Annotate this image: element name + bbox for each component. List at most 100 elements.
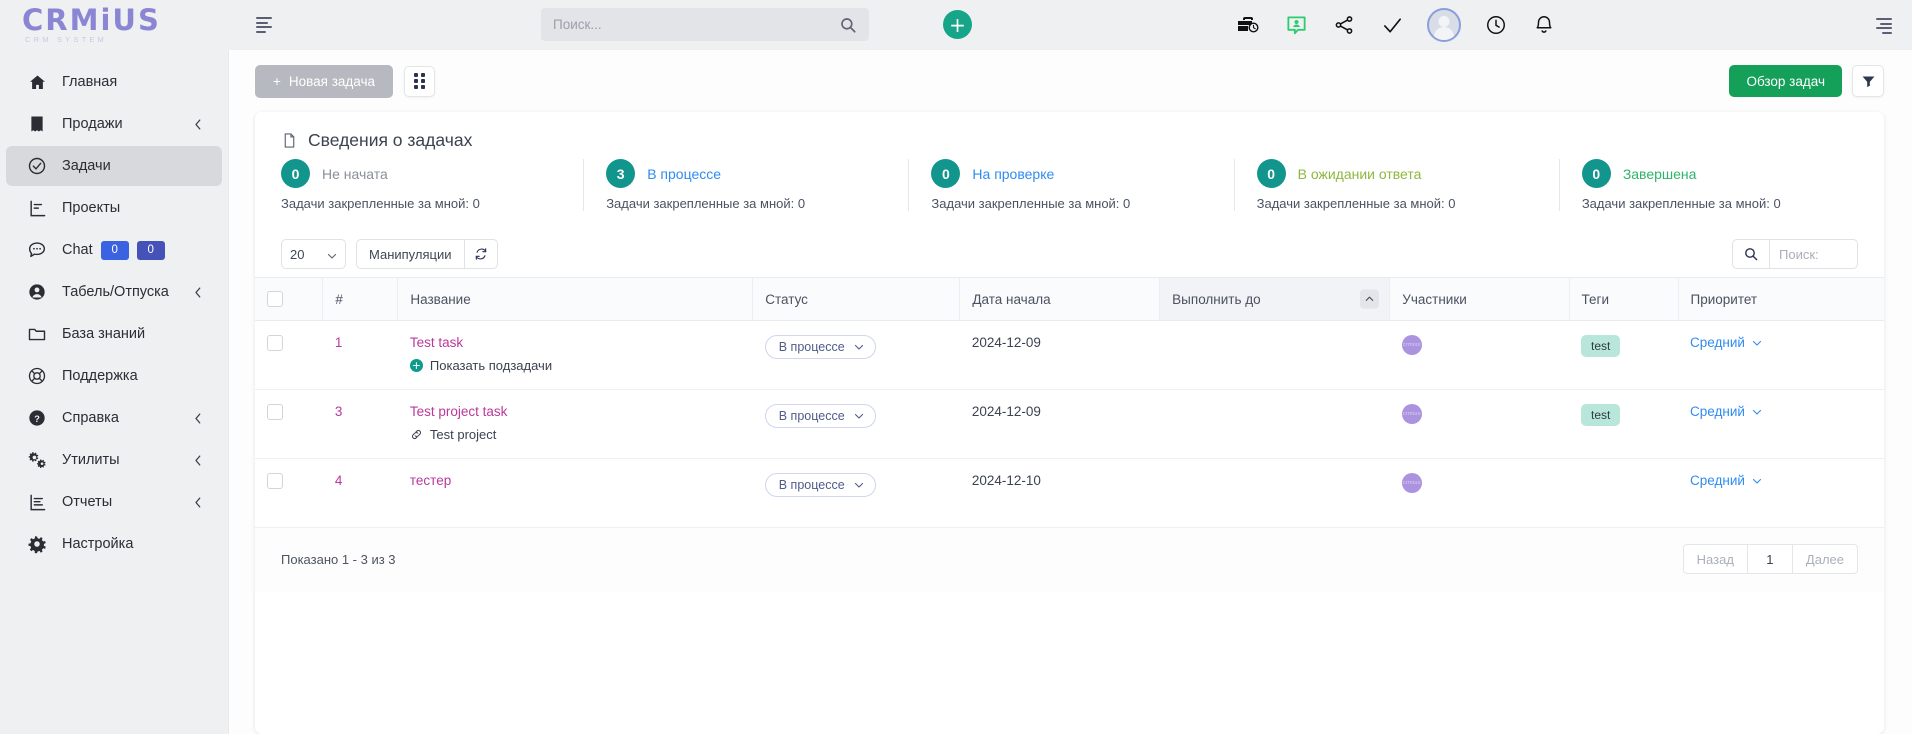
sidebar-item-chat[interactable]: Chat 0 0	[6, 230, 222, 270]
member-avatar[interactable]: crmius	[1401, 404, 1422, 424]
task-name-link[interactable]: Test project task	[410, 404, 508, 419]
right-menu-icon[interactable]	[1876, 18, 1892, 34]
chevron-left-icon[interactable]	[191, 117, 206, 132]
bell-icon[interactable]	[1531, 12, 1557, 38]
tag-chip[interactable]: test	[1581, 404, 1621, 426]
summary-count: 0	[1581, 159, 1611, 188]
chevron-left-icon[interactable]	[191, 495, 206, 510]
sidebar-item-utilities[interactable]: Утилиты	[6, 440, 222, 480]
chevron-left-icon[interactable]	[191, 285, 206, 300]
chat-badge-primary[interactable]: 0	[100, 240, 129, 260]
summary-cell[interactable]: 0 Не начата Задачи закрепленные за мной:…	[281, 159, 583, 211]
sidebar-label: Утилиты	[62, 452, 120, 468]
row-status-cell: В процессе	[752, 389, 960, 459]
task-overview-button[interactable]: Обзор задач	[1729, 65, 1842, 97]
row-select-cell[interactable]	[255, 320, 323, 390]
table-search	[1732, 239, 1858, 269]
row-start-date-cell: 2024-12-10	[959, 458, 1160, 528]
chevron-down-icon	[854, 413, 863, 419]
priority-dropdown[interactable]: Средний	[1690, 404, 1763, 419]
add-button[interactable]: +	[943, 10, 972, 39]
column-header-due-date[interactable]: Выполнить до	[1159, 277, 1391, 321]
sidebar-item-support[interactable]: Поддержка	[6, 356, 222, 396]
column-header-priority[interactable]: Приоритет	[1678, 277, 1884, 321]
table-search-input[interactable]	[1770, 239, 1858, 269]
share-icon[interactable]	[1331, 12, 1357, 38]
sidebar-toggle-icon[interactable]	[256, 17, 272, 33]
task-id-link[interactable]: 4	[335, 473, 343, 488]
summary-cell[interactable]: 0 На проверке Задачи закрепленные за мно…	[908, 159, 1233, 211]
filter-button[interactable]	[1852, 65, 1884, 97]
column-header-start-date[interactable]: Дата начала	[959, 277, 1161, 321]
message-user-icon[interactable]	[1283, 12, 1309, 38]
pagination-page-1[interactable]: 1	[1747, 544, 1792, 574]
search-input[interactable]	[553, 17, 839, 32]
sidebar-item-timesheet[interactable]: Табель/Отпуска	[6, 272, 222, 312]
row-checkbox[interactable]	[267, 335, 283, 351]
status-dropdown[interactable]: В процессе	[764, 473, 876, 497]
manipulations-button[interactable]: Манипуляции	[356, 239, 465, 269]
sidebar-item-home[interactable]: Главная	[6, 62, 222, 102]
sidebar-item-knowledge-base[interactable]: База знаний	[6, 314, 222, 354]
linked-project[interactable]: Test project	[410, 427, 753, 442]
sort-asc-icon[interactable]	[1360, 289, 1380, 309]
task-name-link[interactable]: Test task	[410, 335, 463, 350]
select-all-header[interactable]	[255, 277, 324, 321]
table-row[interactable]: 1 Test task + Показать подзадачи В проце…	[255, 320, 1884, 390]
avatar[interactable]	[1427, 8, 1461, 42]
pagination-next[interactable]: Далее	[1791, 544, 1858, 574]
check-icon[interactable]	[1379, 12, 1405, 38]
column-header-id[interactable]: #	[322, 277, 399, 321]
priority-dropdown[interactable]: Средний	[1690, 335, 1763, 350]
sidebar-item-sales[interactable]: Продажи	[6, 104, 222, 144]
priority-dropdown[interactable]: Средний	[1690, 473, 1763, 488]
row-priority-cell: Средний	[1678, 458, 1884, 528]
status-dropdown[interactable]: В процессе	[764, 335, 876, 359]
check-circle-icon	[26, 155, 48, 177]
show-subtasks-toggle[interactable]: + Показать подзадачи	[409, 358, 753, 373]
task-name-link[interactable]: тестер	[410, 473, 451, 488]
pagination-prev[interactable]: Назад	[1682, 544, 1748, 574]
tag-chip[interactable]: test	[1581, 335, 1621, 357]
summary-cell[interactable]: 0 В ожидании ответа Задачи закрепленные …	[1233, 159, 1559, 211]
sidebar-item-help[interactable]: ? Справка	[6, 398, 222, 438]
table-row[interactable]: 3 Test project task Test project В проце…	[255, 389, 1884, 459]
page-action-bar: + Новая задача Обзор задач	[229, 50, 1912, 112]
row-select-cell[interactable]	[255, 389, 323, 459]
new-task-button[interactable]: + Новая задача	[255, 64, 394, 98]
tasks-table: # Название Статус Дата начала Выполнить …	[255, 277, 1884, 528]
sidebar-item-settings[interactable]: Настройка	[6, 524, 222, 564]
summary-cell[interactable]: 0 Завершена Задачи закрепленные за мной:…	[1558, 159, 1884, 211]
brand-logo[interactable]: CRMiUS CRM SYSTEM	[0, 0, 228, 50]
table-footer: Показано 1 - 3 из 3 Назад 1 Далее	[255, 528, 1884, 592]
clock-icon[interactable]	[1483, 12, 1509, 38]
row-select-cell[interactable]	[255, 458, 323, 528]
grid-view-button[interactable]	[404, 65, 436, 97]
chat-badge-secondary[interactable]: 0	[136, 240, 165, 260]
global-search[interactable]	[541, 8, 869, 41]
summary-stats: 0 Не начата Задачи закрепленные за мной:…	[255, 151, 1884, 231]
column-header-members[interactable]: Участники	[1389, 277, 1570, 321]
chevron-left-icon[interactable]	[191, 411, 206, 426]
briefcase-clock-icon[interactable]	[1235, 12, 1261, 38]
sidebar-item-projects[interactable]: Проекты	[6, 188, 222, 228]
search-button[interactable]	[1732, 239, 1770, 269]
task-id-link[interactable]: 1	[335, 335, 343, 350]
task-id-link[interactable]: 3	[335, 404, 343, 419]
column-header-name[interactable]: Название	[397, 277, 754, 321]
column-header-tags[interactable]: Теги	[1569, 277, 1679, 321]
status-dropdown[interactable]: В процессе	[764, 404, 876, 428]
sidebar-item-reports[interactable]: Отчеты	[6, 482, 222, 522]
row-checkbox[interactable]	[267, 404, 283, 420]
column-header-status[interactable]: Статус	[752, 277, 961, 321]
refresh-button[interactable]	[464, 239, 498, 269]
summary-cell[interactable]: 3 В процессе Задачи закрепленные за мной…	[583, 159, 908, 211]
chevron-left-icon[interactable]	[191, 453, 206, 468]
page-length-select[interactable]: 20	[281, 239, 346, 269]
member-avatar[interactable]: crmius	[1401, 335, 1422, 355]
row-checkbox[interactable]	[267, 473, 283, 489]
sidebar-item-tasks[interactable]: Задачи	[6, 146, 222, 186]
select-all-checkbox[interactable]	[267, 291, 283, 307]
table-row[interactable]: 4 тестер В процессе 2024-12-10 crmius Ср…	[255, 458, 1884, 528]
member-avatar[interactable]: crmius	[1401, 473, 1422, 493]
